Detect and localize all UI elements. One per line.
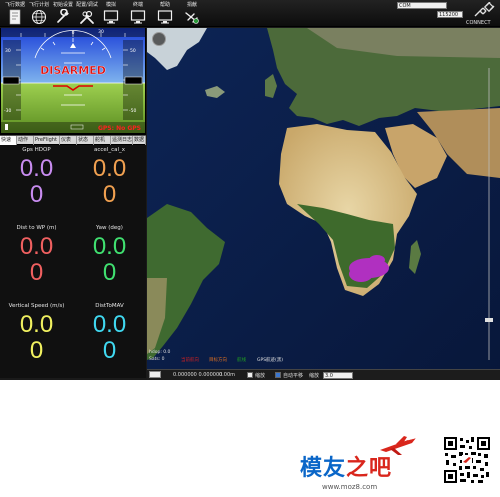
menu-terminal-label: 终端	[132, 2, 143, 8]
tab-servo[interactable]: 舵机	[94, 136, 111, 145]
tab-gauges[interactable]: 仪表	[60, 136, 77, 145]
altitude-box	[124, 76, 143, 85]
tools-icon	[80, 10, 94, 24]
quick-cell-value: 0.0	[92, 155, 127, 182]
heading-label-30: 30	[98, 29, 104, 35]
checkbox-autopan-label: 自动平移	[283, 373, 304, 379]
donate-plane-icon	[185, 12, 199, 24]
quick-view-grid: Gps HDOP 0.0 0 accel_cal_x 0.0 0 Dist to WP (m…	[0, 145, 146, 378]
monitor-icon	[103, 10, 119, 24]
zoom-label: 缩放	[309, 373, 320, 379]
gps-status-text: GPS: No GPS	[98, 125, 141, 132]
quick-cell[interactable]: Vertical Speed (m/s) 0.0 0	[0, 301, 73, 379]
flight-data-icon	[9, 9, 21, 25]
legend-label-2: 目标方向	[209, 358, 227, 363]
map-menu-button[interactable]	[152, 32, 166, 46]
quick-cell-value-int: 0	[29, 181, 44, 208]
status-coords: 0.000000 0.000000	[173, 372, 223, 378]
quick-cell[interactable]: DistToMAV 0.0 0	[73, 301, 146, 379]
quick-cell-title: accel_cal_x	[93, 147, 125, 153]
speed-label-top: 30	[5, 48, 11, 54]
quick-cell-value: 0.0	[19, 311, 54, 338]
quick-cell-value: 0.0	[19, 155, 54, 182]
alt-label-bot: -50	[129, 108, 136, 114]
hud-display: 0 30 30 -30 50 -50 DISARMED GPS: No GPS	[1, 28, 145, 133]
airspeed-box	[2, 76, 20, 85]
connect-plug-icon[interactable]	[472, 2, 496, 19]
quick-cell-title: Vertical Speed (m/s)	[8, 303, 65, 309]
quick-cell-title: Gps HDOP	[22, 147, 51, 153]
quick-cell-value-int: 0	[102, 259, 117, 286]
menu-terminal[interactable]: 终端	[123, 0, 153, 27]
globe-icon	[31, 9, 47, 25]
main-menu-bar: 飞行数据 飞行计划 初始设置 配置/调试 模拟 终端 帮助 捐献 COM 115…	[0, 0, 500, 27]
connect-button-label[interactable]: CONNECT	[466, 20, 491, 26]
checkbox-autopan[interactable]	[275, 372, 281, 378]
status-alt: 0.00m	[219, 372, 236, 378]
port-select[interactable]: COM	[397, 2, 447, 9]
quick-cell[interactable]: accel_cal_x 0.0 0	[73, 145, 146, 223]
tab-quick[interactable]: 快速	[0, 136, 17, 145]
alt-label-top: 50	[130, 48, 136, 54]
quick-cell-value: 0.0	[92, 233, 127, 260]
legend-label-1: 当前航向	[181, 358, 199, 363]
watermark-brand-accent: 之吧	[346, 456, 393, 481]
mission-planner-window: 飞行数据 飞行计划 初始设置 配置/调试 模拟 终端 帮助 捐献 COM 115…	[0, 0, 500, 380]
terminal-monitor-icon	[130, 10, 146, 24]
checkbox-zoom-label: 缩放	[255, 373, 266, 379]
map-view[interactable]: hdop: 0.0 Sats: 0 当前航向 目标方向 航线 GPS航迹(黑)	[147, 28, 500, 378]
checkbox-zoom[interactable]	[247, 372, 253, 378]
map-status-bar: 0.000000 0.000000 0.00m 缩放 自动平移 缩放 3.0	[147, 369, 500, 380]
tab-preflight[interactable]: PreFlight	[34, 136, 60, 145]
legend-label-3: 航线	[237, 358, 246, 363]
armed-status-text: DISARMED	[40, 64, 106, 77]
map-legend-4: GPS航迹(黑)	[257, 357, 283, 363]
watermark-brand-main: 模友	[300, 456, 347, 481]
quick-cell-value-int: 0	[102, 337, 117, 364]
quick-cell-value-int: 0	[29, 337, 44, 364]
quick-cell[interactable]: Dist to WP (m) 0.0 0	[0, 223, 73, 301]
quick-cell[interactable]: Yaw (deg) 0.0 0	[73, 223, 146, 301]
menu-donate[interactable]: 捐献	[177, 0, 207, 27]
quick-cell[interactable]: Gps HDOP 0.0 0	[0, 145, 73, 223]
map-legend-1: 当前航向	[181, 357, 199, 363]
quick-cell-value-int: 0	[29, 259, 44, 286]
map-type-select[interactable]	[149, 371, 161, 378]
tab-status[interactable]: 状态	[77, 136, 94, 145]
left-panel: 0 30 30 -30 50 -50 DISARMED GPS: No GPS …	[0, 28, 146, 378]
qr-code	[443, 436, 491, 484]
quick-cell-value-int: 0	[102, 181, 117, 208]
menu-simulation[interactable]: 模拟	[96, 0, 126, 27]
tab-tlogs[interactable]: 遥测日志	[111, 136, 133, 145]
menu-simulation-label: 模拟	[105, 2, 116, 8]
quick-cell-value: 0.0	[19, 233, 54, 260]
wrench-icon	[57, 9, 69, 23]
tab-dataflash[interactable]: 数据	[133, 136, 146, 145]
baud-select[interactable]: 115200	[437, 11, 463, 18]
menu-donate-label: 捐献	[186, 2, 197, 8]
zoom-slider-thumb[interactable]	[485, 318, 493, 322]
legend-label-4: GPS航迹(黑)	[257, 358, 284, 363]
quick-cell-title: Yaw (deg)	[96, 225, 123, 231]
watermark-brand: 模友之吧	[300, 450, 392, 482]
menu-help-label: 帮助	[159, 2, 170, 8]
quick-cell-title: DistToMAV	[95, 303, 124, 309]
zoom-value-input[interactable]: 3.0	[323, 372, 353, 379]
speed-label-bot: -30	[4, 108, 11, 114]
map-legend-3: 航线	[237, 357, 246, 363]
tab-actions[interactable]: 动作	[17, 136, 34, 145]
quick-cell-value: 0.0	[92, 311, 127, 338]
sats-overlay: Sats: 0	[149, 357, 165, 362]
hdop-overlay: hdop: 0.0	[149, 350, 171, 355]
battery-icon	[5, 124, 8, 130]
menu-help[interactable]: 帮助	[150, 0, 180, 27]
help-monitor-icon	[157, 10, 173, 24]
watermark-url: www.moz8.com	[322, 483, 378, 491]
map-legend-2: 目标方向	[209, 357, 227, 363]
quick-cell-title: Dist to WP (m)	[16, 225, 57, 231]
panel-tabs: 快速 动作 PreFlight 仪表 状态 舵机 遥测日志 数据	[0, 135, 146, 145]
